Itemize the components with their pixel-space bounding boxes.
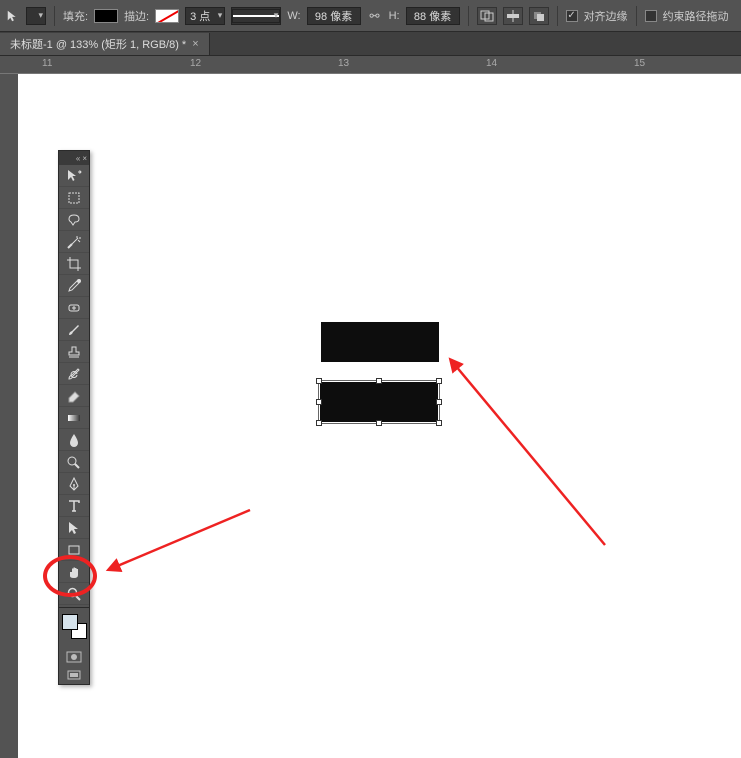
- document-canvas[interactable]: [18, 74, 741, 758]
- history-brush-tool[interactable]: [59, 363, 89, 385]
- constrain-checkbox[interactable]: [645, 10, 657, 22]
- rectangle-tool[interactable]: [59, 539, 89, 561]
- stroke-style-dropdown[interactable]: [231, 7, 281, 25]
- zoom-tool[interactable]: [59, 583, 89, 605]
- path-select-indicator-icon: [6, 9, 20, 23]
- constrain-label: 约束路径拖动: [663, 8, 729, 24]
- tools-panel-header[interactable]: « ×: [59, 151, 89, 165]
- dodge-tool[interactable]: [59, 451, 89, 473]
- fill-swatch[interactable]: [94, 9, 118, 23]
- ruler-tick: 14: [486, 58, 497, 69]
- gradient-tool[interactable]: [59, 407, 89, 429]
- resize-handle-lm[interactable]: [316, 399, 322, 405]
- collapse-icon[interactable]: «: [76, 154, 80, 163]
- stroke-style-preview: [232, 9, 280, 23]
- healing-brush-tool[interactable]: [59, 297, 89, 319]
- type-tool[interactable]: [59, 495, 89, 517]
- path-op-combine-button[interactable]: [477, 7, 497, 25]
- fill-label: 填充:: [63, 8, 88, 24]
- width-label: W:: [287, 10, 300, 22]
- link-wh-icon[interactable]: ⚯: [367, 8, 383, 24]
- height-label: H:: [389, 10, 400, 22]
- horizontal-ruler: 11 12 13 14 15: [0, 56, 741, 74]
- tools-panel: « ×: [58, 150, 90, 685]
- tool-preset-dropdown[interactable]: [26, 7, 46, 25]
- align-edges-checkbox[interactable]: ✓: [566, 10, 578, 22]
- canvas-area: [0, 74, 741, 758]
- blur-tool[interactable]: [59, 429, 89, 451]
- marquee-tool[interactable]: [59, 187, 89, 209]
- brush-tool[interactable]: [59, 319, 89, 341]
- stroke-width-dropdown[interactable]: 3 点: [185, 7, 225, 25]
- height-input[interactable]: [406, 7, 460, 25]
- rectangle-shape-1[interactable]: [321, 322, 439, 362]
- resize-handle-bl[interactable]: [316, 420, 322, 426]
- stroke-swatch[interactable]: [155, 9, 179, 23]
- move-tool[interactable]: [59, 165, 89, 187]
- align-edges-label: 对齐边缘: [584, 8, 628, 24]
- crop-tool[interactable]: [59, 253, 89, 275]
- eraser-tool[interactable]: [59, 385, 89, 407]
- path-align-button[interactable]: [503, 7, 523, 25]
- resize-handle-br[interactable]: [436, 420, 442, 426]
- document-tab-title: 未标题-1 @ 133% (矩形 1, RGB/8) *: [10, 36, 186, 52]
- options-bar: 填充: 描边: 3 点 W: ⚯ H: ✓ 对齐边缘 约束路径拖动: [0, 0, 741, 32]
- ruler-tick: 12: [190, 58, 201, 69]
- magic-wand-tool[interactable]: [59, 231, 89, 253]
- close-icon[interactable]: ×: [192, 38, 198, 50]
- resize-handle-bm[interactable]: [376, 420, 382, 426]
- path-arrange-button[interactable]: [529, 7, 549, 25]
- resize-handle-tr[interactable]: [436, 378, 442, 384]
- document-tabs-bar: 未标题-1 @ 133% (矩形 1, RGB/8) * ×: [0, 32, 741, 56]
- eyedropper-tool[interactable]: [59, 275, 89, 297]
- pen-tool[interactable]: [59, 473, 89, 495]
- selection-bounding-box[interactable]: [318, 380, 440, 424]
- lasso-tool[interactable]: [59, 209, 89, 231]
- ruler-tick: 15: [634, 58, 645, 69]
- screen-mode-button[interactable]: [59, 666, 89, 684]
- width-input[interactable]: [307, 7, 361, 25]
- path-selection-tool[interactable]: [59, 517, 89, 539]
- hand-tool[interactable]: [59, 561, 89, 583]
- ruler-tick: 11: [42, 58, 52, 69]
- resize-handle-tm[interactable]: [376, 378, 382, 384]
- foreground-color-swatch[interactable]: [62, 614, 78, 630]
- ruler-tick: 13: [338, 58, 349, 69]
- stroke-label: 描边:: [124, 8, 149, 24]
- resize-handle-rm[interactable]: [436, 399, 442, 405]
- color-swatches: [59, 612, 89, 644]
- document-tab[interactable]: 未标题-1 @ 133% (矩形 1, RGB/8) * ×: [0, 33, 210, 55]
- resize-handle-tl[interactable]: [316, 378, 322, 384]
- close-icon[interactable]: ×: [82, 154, 87, 163]
- stamp-tool[interactable]: [59, 341, 89, 363]
- quick-mask-button[interactable]: [59, 648, 89, 666]
